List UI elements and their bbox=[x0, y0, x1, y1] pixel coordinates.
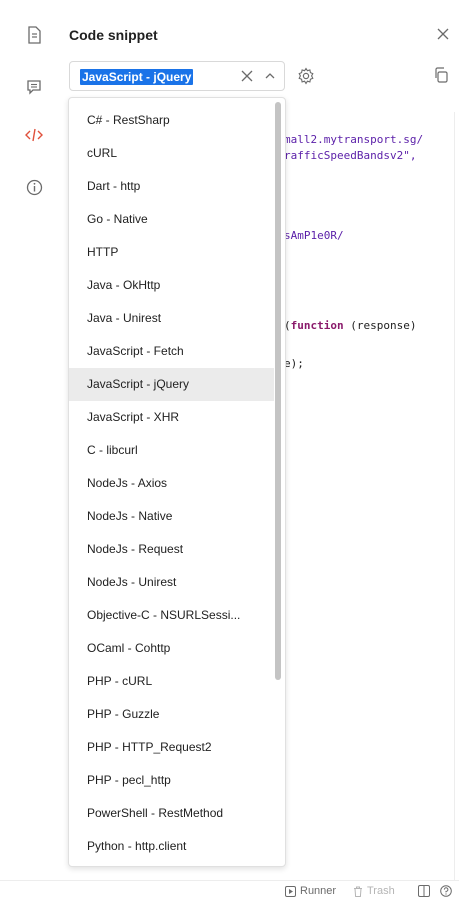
language-option[interactable]: JavaScript - XHR bbox=[69, 401, 274, 434]
language-option[interactable]: cURL bbox=[69, 137, 274, 170]
language-option[interactable]: NodeJs - Unirest bbox=[69, 566, 274, 599]
document-icon[interactable] bbox=[24, 25, 44, 45]
language-options-list: C# - RestSharp cURL Dart - http Go - Native… bbox=[69, 104, 274, 863]
code-line: mall2.mytransport.sg/ bbox=[284, 133, 424, 146]
language-option[interactable]: Dart - http bbox=[69, 170, 274, 203]
trash-label: Trash bbox=[367, 885, 395, 897]
layout-toggle-icon[interactable] bbox=[418, 885, 430, 897]
language-option[interactable]: NodeJs - Axios bbox=[69, 467, 274, 500]
code-keyword: function bbox=[290, 319, 344, 332]
language-option[interactable]: JavaScript - Fetch bbox=[69, 335, 274, 368]
play-icon bbox=[285, 885, 296, 897]
trash-icon bbox=[354, 886, 362, 897]
language-option[interactable]: Objective-C - NSURLSessi... bbox=[69, 599, 274, 632]
language-option[interactable]: PHP - pecl_http bbox=[69, 764, 274, 797]
language-option[interactable]: JavaScript - jQuery bbox=[69, 368, 274, 401]
scrollbar-thumb[interactable] bbox=[275, 102, 281, 680]
scrollbar[interactable] bbox=[275, 102, 281, 862]
copy-icon[interactable] bbox=[433, 67, 451, 85]
code-text: (response) bbox=[343, 319, 417, 332]
language-option[interactable]: HTTP bbox=[69, 236, 274, 269]
language-option[interactable]: Java - Unirest bbox=[69, 302, 274, 335]
clear-icon[interactable] bbox=[240, 69, 254, 83]
language-option[interactable]: OCaml - Cohttp bbox=[69, 632, 274, 665]
language-option[interactable]: Java - OkHttp bbox=[69, 269, 274, 302]
language-option[interactable]: NodeJs - Request bbox=[69, 533, 274, 566]
sidebar-rail bbox=[0, 0, 62, 880]
code-line: (function (response) bbox=[284, 319, 417, 332]
info-icon[interactable] bbox=[24, 177, 44, 197]
language-option[interactable]: PowerShell - RestMethod bbox=[69, 797, 274, 830]
code-line: sAmP1e0R/ bbox=[284, 229, 344, 242]
language-option[interactable]: C# - RestSharp bbox=[69, 104, 274, 137]
language-select[interactable]: JavaScript - jQuery bbox=[69, 61, 285, 91]
panel-divider bbox=[454, 112, 455, 880]
language-option[interactable]: C - libcurl bbox=[69, 434, 274, 467]
runner-button[interactable]: Runner bbox=[285, 885, 336, 897]
language-option[interactable]: Python - http.client bbox=[69, 830, 274, 863]
chevron-up-icon[interactable] bbox=[263, 69, 277, 83]
status-bar: Runner Trash bbox=[0, 880, 459, 903]
runner-label: Runner bbox=[300, 885, 337, 897]
comment-icon[interactable] bbox=[24, 77, 44, 97]
language-option[interactable]: PHP - HTTP_Request2 bbox=[69, 731, 274, 764]
code-icon[interactable] bbox=[24, 125, 44, 145]
language-select-value[interactable]: JavaScript - jQuery bbox=[80, 69, 194, 85]
code-line: e); bbox=[284, 357, 304, 370]
language-option[interactable]: NodeJs - Native bbox=[69, 500, 274, 533]
language-option[interactable]: PHP - Guzzle bbox=[69, 698, 274, 731]
code-line: rafficSpeedBandsv2", bbox=[284, 149, 417, 162]
trash-button[interactable]: Trash bbox=[353, 885, 395, 897]
gear-icon[interactable] bbox=[297, 67, 315, 85]
language-option[interactable]: PHP - cURL bbox=[69, 665, 274, 698]
close-icon[interactable] bbox=[434, 25, 452, 43]
language-option[interactable]: Go - Native bbox=[69, 203, 274, 236]
panel-title: Code snippet bbox=[69, 27, 158, 43]
language-dropdown: C# - RestSharp cURL Dart - http Go - Native… bbox=[68, 97, 286, 867]
help-icon[interactable] bbox=[440, 885, 452, 897]
